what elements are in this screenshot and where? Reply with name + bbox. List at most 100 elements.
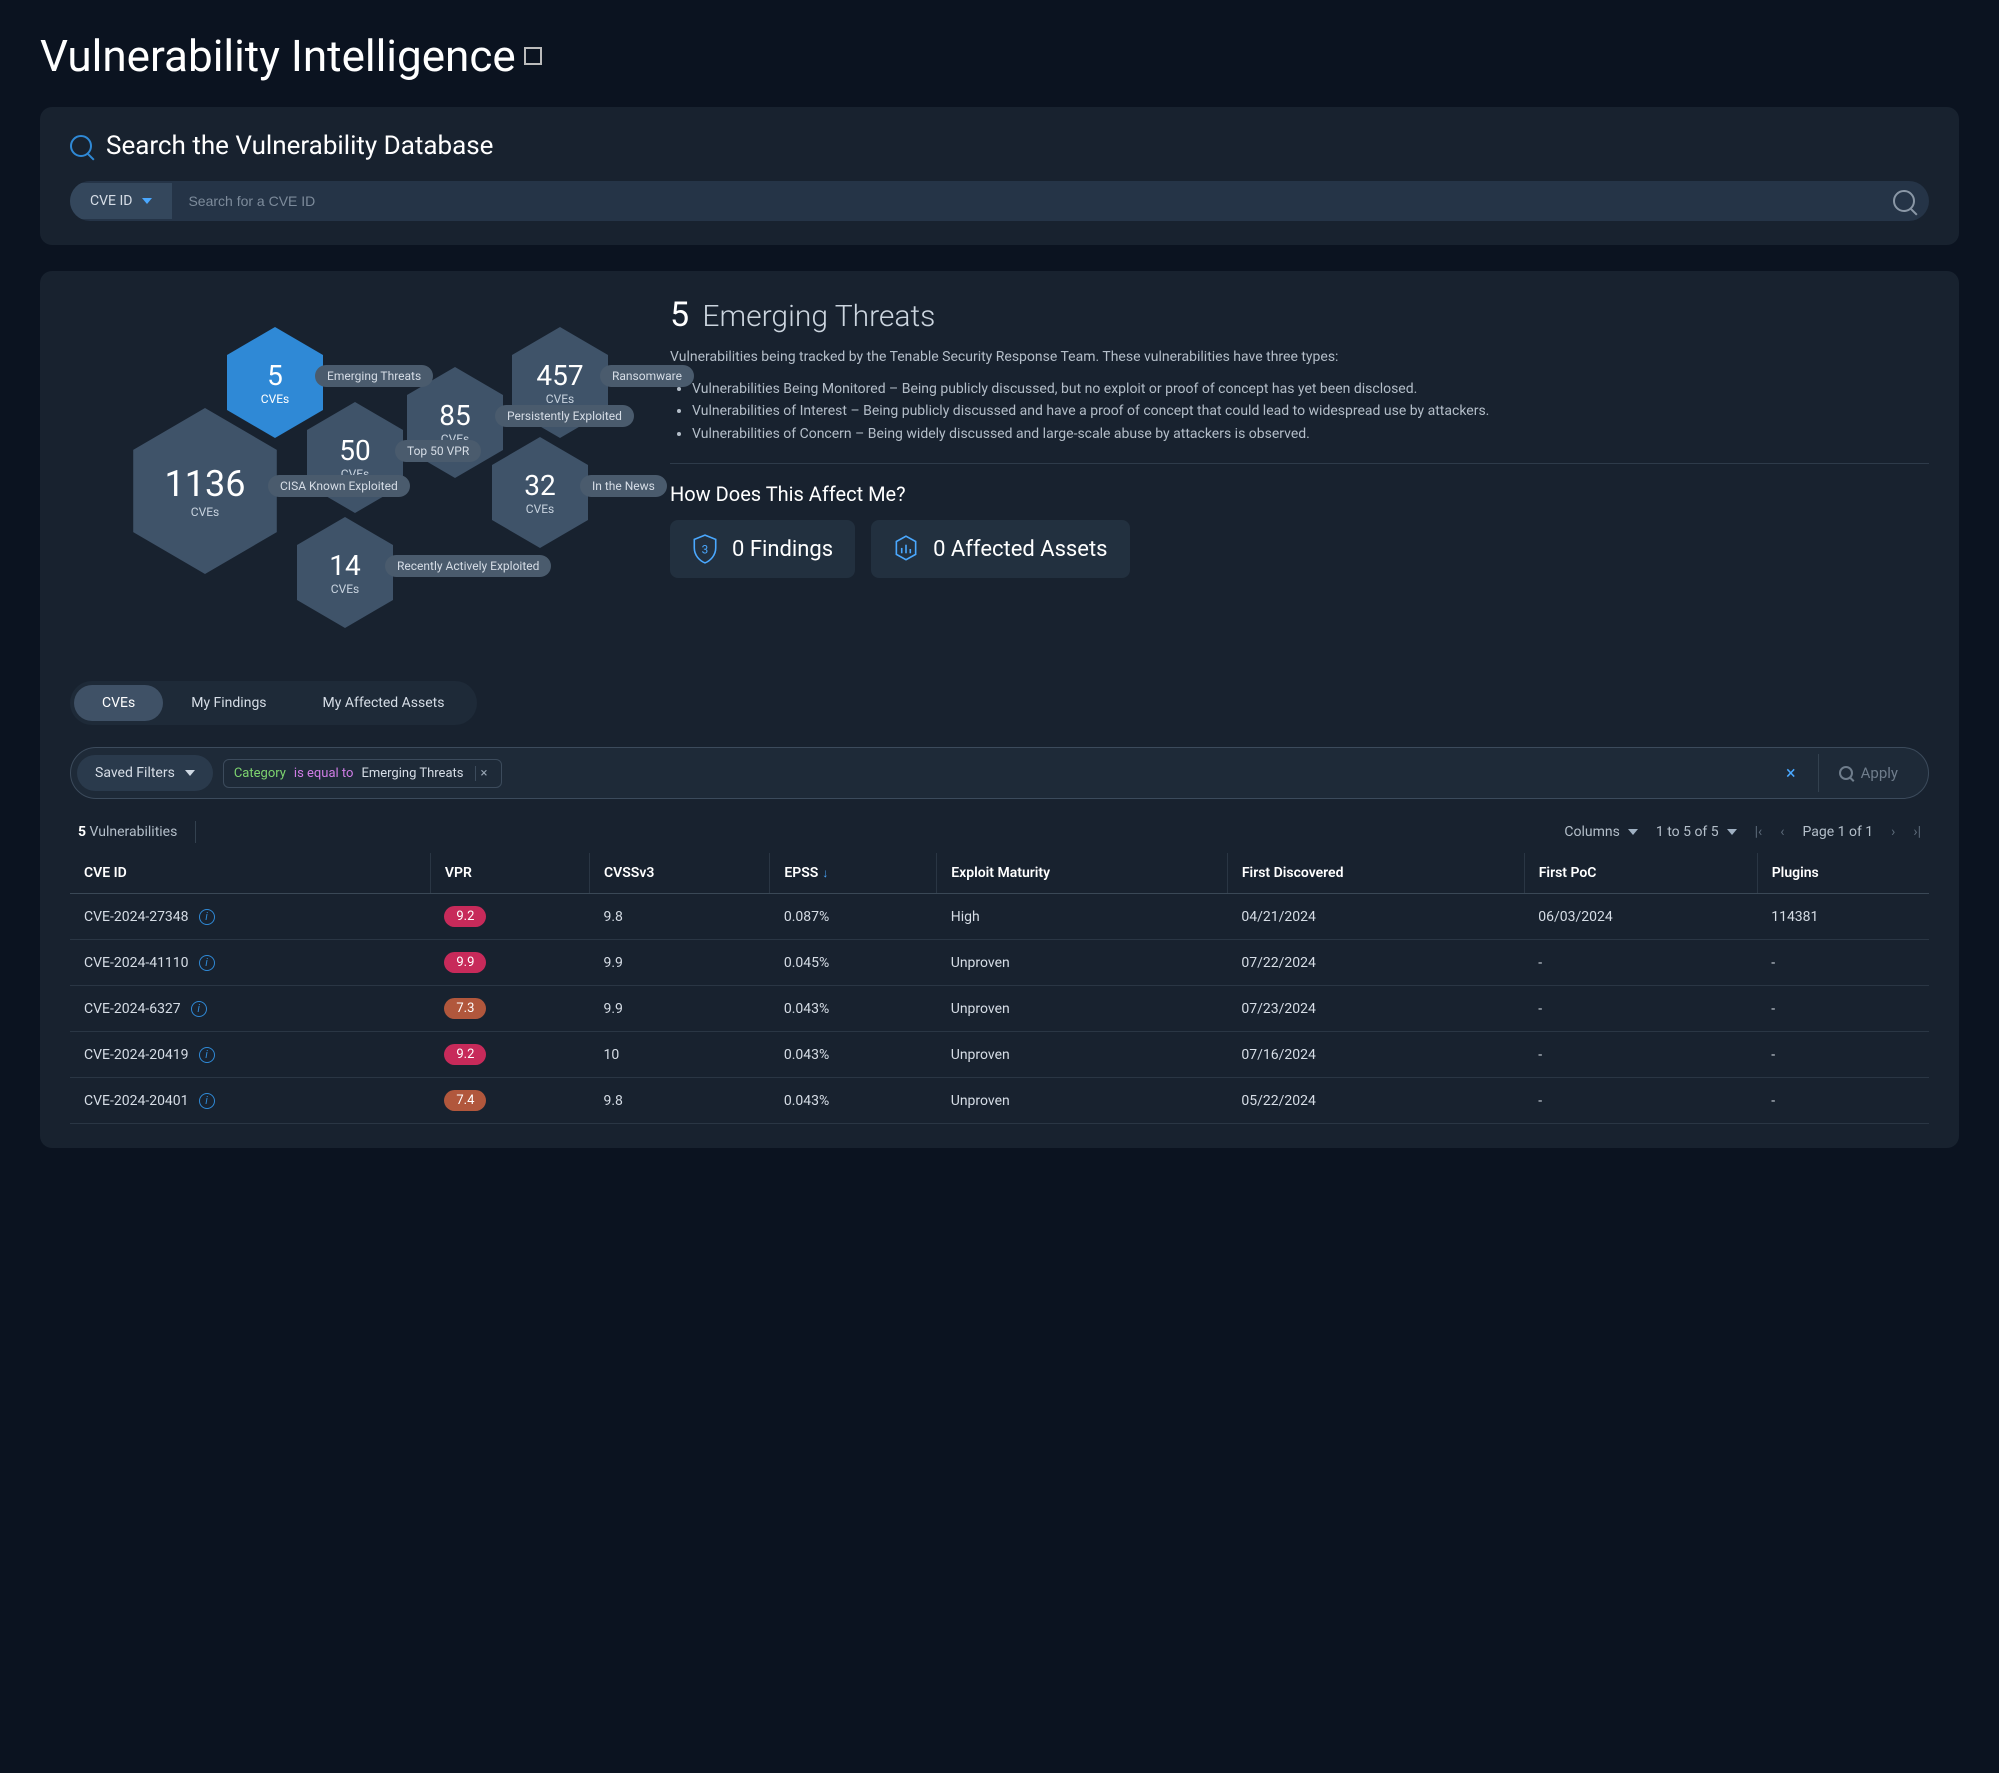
apply-label: Apply [1861, 764, 1898, 782]
saved-filters-dropdown[interactable]: Saved Filters [77, 755, 213, 791]
search-type-label: CVE ID [90, 193, 132, 209]
cvss-cell: 10 [589, 1032, 769, 1078]
filter-chip-value: Emerging Threats [361, 766, 463, 781]
filter-chip[interactable]: Category is equal to Emerging Threats × [223, 759, 503, 788]
hex-count: 32 [524, 469, 555, 502]
hex-label-pill: Top 50 VPR [395, 440, 481, 462]
hex-label-pill: CISA Known Exploited [268, 475, 410, 497]
col-header-cve-id[interactable]: CVE ID [70, 853, 430, 894]
table-controls: 5 Vulnerabilities Columns 1 to 5 of 5 |‹… [78, 821, 1921, 843]
cve-id: CVE-2024-6327 [84, 1001, 181, 1017]
discovered-cell: 04/21/2024 [1227, 894, 1524, 940]
hex-count: 50 [339, 434, 370, 467]
info-icon[interactable]: i [199, 1047, 215, 1063]
hex-label-pill: Persistently Exploited [495, 405, 634, 427]
table-row[interactable]: CVE-2024-20419i9.2100.043%Unproven07/16/… [70, 1032, 1929, 1078]
pager: |‹ ‹ Page 1 of 1 › ›| [1755, 824, 1921, 840]
columns-dropdown[interactable]: Columns [1564, 824, 1637, 840]
pager-next-button[interactable]: › [1891, 824, 1895, 840]
epss-cell: 0.045% [770, 940, 937, 986]
selected-category-description: Vulnerabilities being tracked by the Ten… [670, 347, 1929, 368]
cvss-cell: 9.9 [589, 986, 769, 1032]
col-header-vpr[interactable]: VPR [430, 853, 589, 894]
title-icon [524, 47, 542, 65]
cve-id: CVE-2024-41110 [84, 955, 189, 971]
selected-category-count: 5 [670, 295, 689, 335]
category-types-list: Vulnerabilities Being Monitored – Being … [692, 378, 1929, 445]
tab-my-findings[interactable]: My Findings [163, 685, 294, 721]
range-dropdown[interactable]: 1 to 5 of 5 [1656, 824, 1737, 840]
result-count-label: Vulnerabilities [90, 824, 178, 840]
discovered-cell: 07/23/2024 [1227, 986, 1524, 1032]
hex-count: 85 [439, 399, 470, 432]
hex-label-pill: Ransomware [600, 365, 694, 387]
divider [670, 463, 1929, 464]
search-input[interactable] [172, 183, 1879, 219]
info-icon[interactable]: i [191, 1001, 207, 1017]
hex-sublabel: CVEs [546, 392, 574, 406]
col-header-exploit-maturity[interactable]: Exploit Maturity [937, 853, 1228, 894]
search-panel: Search the Vulnerability Database CVE ID [40, 107, 1959, 245]
col-header-plugins[interactable]: Plugins [1757, 853, 1929, 894]
cvss-cell: 9.8 [589, 894, 769, 940]
info-icon[interactable]: i [199, 909, 215, 925]
hex-tile-recent[interactable]: 14CVEsRecently Actively Exploited [295, 515, 395, 630]
cvss-cell: 9.9 [589, 940, 769, 986]
category-type-item: Vulnerabilities of Concern – Being widel… [692, 423, 1929, 445]
pager-first-button[interactable]: |‹ [1755, 824, 1763, 840]
search-type-dropdown[interactable]: CVE ID [70, 183, 172, 219]
affect-heading: How Does This Affect Me? [670, 482, 1929, 506]
search-icon [1839, 766, 1853, 780]
epss-cell: 0.043% [770, 986, 937, 1032]
tab-cves[interactable]: CVEs [74, 685, 163, 721]
filter-chip-remove[interactable]: × [475, 766, 491, 781]
cve-id: CVE-2024-20401 [84, 1093, 189, 1109]
hex-count: 5 [267, 359, 283, 392]
info-column: 5 Emerging Threats Vulnerabilities being… [670, 295, 1929, 655]
epss-cell: 0.087% [770, 894, 937, 940]
epss-cell: 0.043% [770, 1078, 937, 1124]
saved-filters-label: Saved Filters [95, 765, 175, 781]
table-row[interactable]: CVE-2024-27348i9.29.80.087%High04/21/202… [70, 894, 1929, 940]
affected-assets-card[interactable]: 0 Affected Assets [871, 520, 1129, 578]
apply-filters-button[interactable]: Apply [1818, 754, 1918, 792]
vpr-badge: 7.4 [444, 1090, 486, 1111]
discovered-cell: 07/16/2024 [1227, 1032, 1524, 1078]
table-row[interactable]: CVE-2024-6327i7.39.90.043%Unproven07/23/… [70, 986, 1929, 1032]
hex-sublabel: CVEs [331, 582, 359, 596]
col-header-first-discovered[interactable]: First Discovered [1227, 853, 1524, 894]
search-icon [70, 135, 92, 157]
info-icon[interactable]: i [199, 1093, 215, 1109]
result-count: 5 Vulnerabilities [78, 824, 177, 840]
col-header-epss[interactable]: EPSS↓ [770, 853, 937, 894]
hex-tile-news[interactable]: 32CVEsIn the News [490, 435, 590, 550]
findings-label: 0 Findings [732, 537, 833, 562]
search-submit-button[interactable] [1879, 181, 1929, 221]
pager-prev-button[interactable]: ‹ [1780, 824, 1784, 840]
intelligence-panel: 1136CVEsCISA Known Exploited5CVEsEmergin… [40, 271, 1959, 1148]
table-row[interactable]: CVE-2024-20401i7.49.80.043%Unproven05/22… [70, 1078, 1929, 1124]
poc-cell: - [1524, 940, 1757, 986]
result-count-num: 5 [78, 824, 86, 840]
col-header-cvssv3[interactable]: CVSSv3 [589, 853, 769, 894]
affected-assets-label: 0 Affected Assets [933, 537, 1107, 562]
cve-id: CVE-2024-20419 [84, 1047, 189, 1063]
chevron-down-icon [1727, 829, 1737, 835]
selected-category-name: Emerging Threats [702, 299, 935, 334]
tab-my-affected-assets[interactable]: My Affected Assets [295, 685, 473, 721]
info-icon[interactable]: i [199, 955, 215, 971]
hex-tile-top50[interactable]: 50CVEsTop 50 VPR [305, 400, 405, 515]
search-bar: CVE ID [70, 181, 1929, 221]
findings-card[interactable]: 3 0 Findings [670, 520, 855, 578]
table-row[interactable]: CVE-2024-41110i9.99.90.045%Unproven07/22… [70, 940, 1929, 986]
maturity-cell: Unproven [937, 986, 1228, 1032]
col-header-first-poc[interactable]: First PoC [1524, 853, 1757, 894]
columns-label: Columns [1564, 824, 1619, 840]
clear-filters-button[interactable]: × [1774, 763, 1808, 784]
pager-last-button[interactable]: ›| [1913, 824, 1921, 840]
pager-page-label: Page 1 of 1 [1802, 824, 1873, 840]
results-tabbar: CVEsMy FindingsMy Affected Assets [70, 681, 477, 725]
table-body: CVE-2024-27348i9.29.80.087%High04/21/202… [70, 894, 1929, 1124]
plugins-cell: - [1757, 1078, 1929, 1124]
divider [195, 821, 196, 843]
